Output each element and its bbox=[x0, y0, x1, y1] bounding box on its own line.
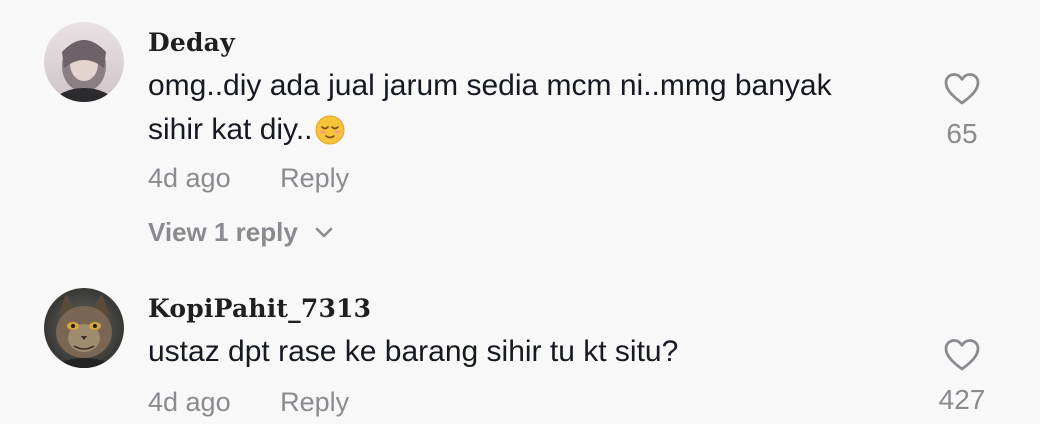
comment-text-fragment: sihir kat diy.. bbox=[148, 113, 313, 146]
comment-text-line: sihir kat diy.. bbox=[148, 108, 918, 158]
heart-outline-icon bbox=[944, 339, 980, 371]
avatar[interactable] bbox=[44, 288, 124, 368]
reply-button[interactable]: Reply bbox=[280, 163, 349, 193]
comment-meta: 4d ago Reply bbox=[148, 163, 349, 194]
comment-text-line: omg..diy ada jual jarum sedia mcm ni..mm… bbox=[148, 69, 832, 102]
comment-text: omg..diy ada jual jarum sedia mcm ni..mm… bbox=[148, 64, 918, 158]
like-count: 65 bbox=[946, 118, 978, 149]
username[interactable]: KopiPahit_7313 bbox=[148, 294, 371, 323]
timestamp: 4d ago bbox=[148, 387, 231, 417]
comment-meta: 4d ago Reply bbox=[148, 387, 349, 418]
view-replies-button[interactable]: View 1 reply bbox=[148, 215, 333, 248]
comment-text: ustaz dpt rase ke barang sihir tu kt sit… bbox=[148, 330, 918, 374]
avatar[interactable] bbox=[44, 22, 124, 102]
comment-text-line: ustaz dpt rase ke barang sihir tu kt sit… bbox=[148, 335, 679, 368]
username[interactable]: Deday bbox=[148, 28, 235, 57]
like-button[interactable] bbox=[940, 338, 984, 377]
timestamp: 4d ago bbox=[148, 163, 231, 193]
chevron-down-icon bbox=[315, 215, 333, 246]
like-button[interactable] bbox=[940, 72, 984, 111]
comment-item: KopiPahit_7313 ustaz dpt rase ke barang … bbox=[0, 260, 1040, 424]
relieved-face-emoji-icon bbox=[315, 114, 345, 158]
heart-outline-icon bbox=[944, 73, 980, 105]
view-replies-label: View 1 reply bbox=[148, 217, 298, 247]
reply-button[interactable]: Reply bbox=[280, 387, 349, 417]
comment-item: Deday omg..diy ada jual jarum sedia mcm … bbox=[0, 0, 1040, 260]
like-count: 427 bbox=[938, 384, 986, 415]
